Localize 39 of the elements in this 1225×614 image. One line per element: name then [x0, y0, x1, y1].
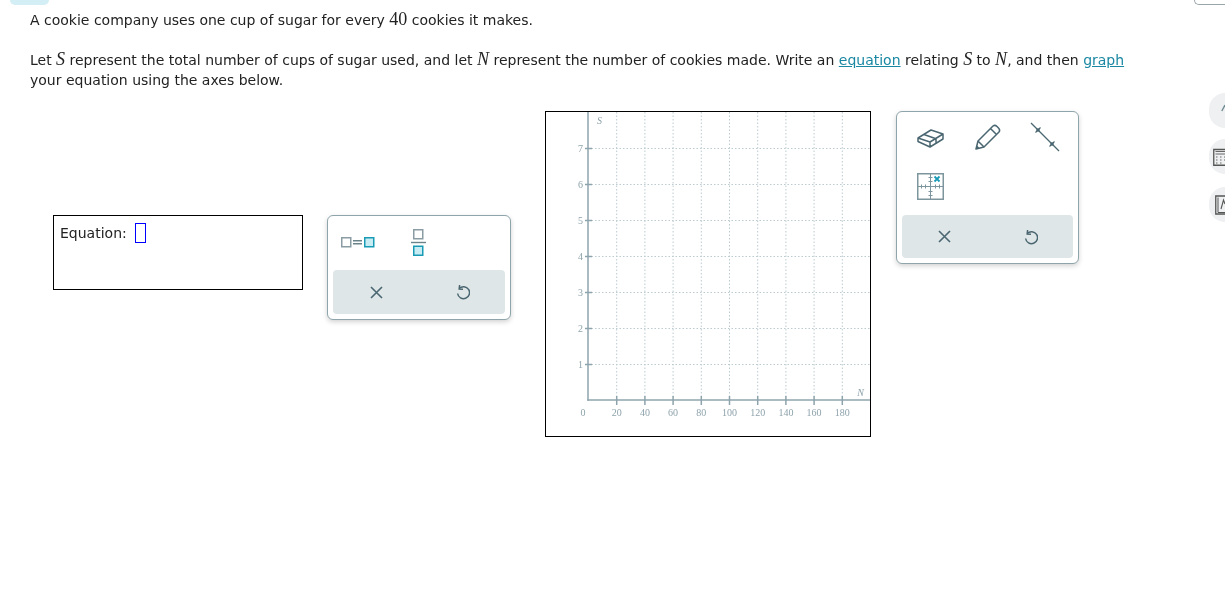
tick-label: 3	[578, 287, 583, 298]
line-icon[interactable]	[1029, 122, 1060, 152]
tick-label: 4	[578, 251, 583, 262]
pencil-icon[interactable]	[973, 122, 1002, 152]
caret-icon	[1221, 103, 1225, 112]
tick-label: 7	[578, 143, 583, 154]
text-link[interactable]: graph	[1083, 52, 1125, 68]
tick-label: 6	[578, 179, 583, 190]
question-text: Let S represent the total number of cups of sugar used, and let N represent the number of cookies made. Write an equation relating S to N, and then graph your equation using the axes below.	[30, 49, 1126, 90]
side-button[interactable]	[1209, 139, 1225, 174]
equation-label: Equation:	[60, 224, 127, 243]
question-text: A cookie company uses one cup of sugar for every 40 cookies it makes.	[30, 9, 534, 30]
side-button[interactable]	[1209, 187, 1225, 222]
tick-label: 180	[834, 407, 850, 418]
tick-label: 5	[578, 215, 583, 226]
x-icon[interactable]	[938, 230, 952, 243]
axis-label: S	[597, 115, 602, 126]
axis-label: N	[857, 387, 864, 398]
tick-label: 140	[778, 407, 794, 418]
undo-icon[interactable]	[1022, 228, 1038, 245]
answer-box[interactable]	[134, 223, 146, 243]
book-icon	[1215, 194, 1225, 215]
tick-label: 20	[611, 407, 622, 418]
x-icon[interactable]	[369, 285, 383, 299]
fraction-icon[interactable]	[411, 228, 426, 256]
origin-label: 0	[580, 407, 586, 418]
tick-label: 120	[750, 407, 766, 418]
tick-label: 2	[578, 323, 583, 334]
tick-label: 40	[639, 407, 650, 418]
grid-point-icon[interactable]	[917, 172, 944, 200]
undo-icon[interactable]	[454, 284, 470, 300]
equation-template-icon[interactable]	[341, 236, 375, 248]
tick-label: 100	[722, 407, 737, 418]
tick-label: 60	[668, 407, 679, 418]
text-link[interactable]: equation	[838, 52, 901, 68]
tick-label: 1	[578, 359, 583, 370]
tick-label: 160	[806, 407, 822, 418]
tick-label: 80	[696, 407, 707, 418]
calculator-icon	[1213, 147, 1225, 166]
